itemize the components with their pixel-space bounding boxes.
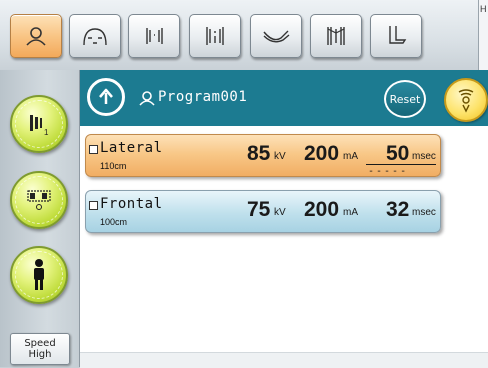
program-head-icon — [138, 90, 156, 111]
arm-icon — [263, 30, 290, 43]
ma-value[interactable]: 200 — [304, 143, 339, 164]
tab-ribcage[interactable] — [189, 14, 241, 58]
kv-value[interactable]: 85 — [247, 143, 270, 164]
detector-1-icon: 1 — [30, 115, 49, 137]
kv-unit: kV — [274, 207, 286, 218]
msec-unit: msec — [412, 207, 436, 218]
speed-button[interactable]: Speed High — [10, 333, 70, 365]
row-checkbox[interactable] — [89, 201, 98, 210]
detector-1-button[interactable]: 1 — [10, 95, 68, 153]
tab-pelvis[interactable] — [310, 14, 362, 58]
exposure-row-lateral[interactable]: Lateral 110cm 85 kV 200 mA 50 msec ----- — [85, 134, 441, 177]
msec-value[interactable]: 32 — [386, 199, 409, 220]
leg-icon — [389, 26, 407, 44]
ribcage-icon — [206, 27, 224, 45]
program-name: Program001 — [158, 89, 248, 105]
detector-grid-button[interactable] — [10, 171, 68, 229]
person-icon — [34, 259, 44, 290]
detector-grid-icon — [27, 190, 51, 210]
tab-skull[interactable] — [69, 14, 121, 58]
ma-unit: mA — [343, 151, 358, 162]
top-right-label: H — [480, 4, 487, 14]
tab-spine[interactable] — [128, 14, 180, 58]
tab-leg[interactable] — [370, 14, 422, 58]
skull-front-icon — [83, 28, 107, 46]
head-icon — [26, 27, 46, 46]
msec-underline — [366, 164, 436, 165]
speed-value: High — [28, 349, 52, 360]
reset-button[interactable]: Reset — [384, 80, 426, 118]
radiation-icon — [458, 89, 474, 113]
speed-label: Speed — [24, 338, 56, 349]
ma-unit: mA — [343, 207, 358, 218]
row-name: Lateral — [100, 140, 163, 156]
exposure-row-frontal[interactable]: Frontal 100cm 75 kV 200 mA 32 msec — [85, 190, 441, 233]
back-arrow-icon — [99, 88, 113, 104]
row-distance: 110cm — [100, 161, 127, 171]
patient-button[interactable] — [10, 246, 68, 304]
svg-text:1: 1 — [44, 128, 49, 137]
kv-value[interactable]: 75 — [247, 199, 270, 220]
row-distance: 100cm — [100, 217, 128, 227]
msec-value[interactable]: 50 — [386, 143, 409, 164]
kv-unit: kV — [274, 151, 286, 162]
pelvis-icon — [327, 27, 345, 45]
row-checkbox[interactable] — [89, 145, 98, 154]
bottom-strip — [80, 352, 488, 368]
row-name: Frontal — [100, 196, 163, 212]
tab-head[interactable] — [10, 14, 62, 58]
spine-icon — [146, 28, 163, 44]
back-button[interactable] — [87, 78, 125, 116]
xray-exposure-button[interactable] — [444, 78, 488, 122]
ma-value[interactable]: 200 — [304, 199, 339, 220]
msec-unit: msec — [412, 151, 436, 162]
tab-arm[interactable] — [250, 14, 302, 58]
extra-value: ----- — [368, 166, 409, 177]
